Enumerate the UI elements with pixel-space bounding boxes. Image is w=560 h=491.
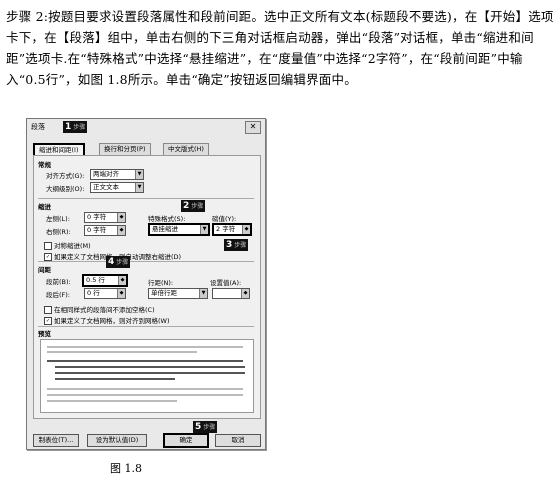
measure-input[interactable]: 2 字符 ◆: [212, 223, 252, 236]
mirror-indent-checkbox[interactable]: 对称缩进(M): [44, 240, 91, 250]
special-indent-label: 特殊格式(S):: [148, 215, 186, 223]
figure-caption: 图 1.8: [110, 462, 142, 475]
cancel-button[interactable]: 取消: [215, 434, 261, 447]
spinner-icon[interactable]: ◆: [117, 289, 125, 298]
divider: [38, 326, 254, 327]
dialog-title: 段落: [31, 123, 45, 131]
checkbox-icon: [44, 242, 52, 250]
preview-heading: 预览: [38, 330, 51, 338]
left-indent-input[interactable]: 0 字符 ◆: [84, 212, 126, 223]
right-indent-label: 右侧(R):: [46, 228, 71, 236]
step-marker-4: 4 步骤: [106, 256, 131, 268]
step-marker-5: 5 步骤: [193, 421, 218, 433]
outline-level-label: 大纲级别(O):: [46, 185, 85, 193]
preview-box: [40, 339, 254, 413]
alignment-select[interactable]: 两端对齐 ▼: [90, 169, 144, 180]
chevron-down-icon: ▼: [200, 225, 208, 234]
line-spacing-label: 行距(N):: [148, 279, 174, 287]
right-indent-input[interactable]: 0 字符 ◆: [84, 225, 126, 236]
chevron-down-icon: ▼: [135, 183, 143, 192]
indent-heading: 缩进: [38, 203, 51, 211]
divider: [38, 198, 254, 199]
tab-line-page-breaks[interactable]: 换行和分页(P): [99, 143, 151, 155]
checkbox-icon: [44, 306, 52, 314]
step-marker-2: 2 步骤: [181, 200, 206, 212]
left-indent-label: 左侧(L):: [46, 215, 70, 223]
checkmark-icon: ✓: [44, 317, 52, 325]
ok-button[interactable]: 确定: [163, 433, 209, 448]
space-before-input[interactable]: 0.5 行 ◆: [82, 274, 128, 287]
step-marker-3: 3 步骤: [224, 239, 249, 251]
paragraph-dialog: 段落 1 步骤 ✕ 缩进和间距(I) 换行和分页(P) 中文版式(H) 常规 对齐…: [26, 118, 266, 450]
spinner-icon[interactable]: ◆: [117, 213, 125, 222]
space-after-label: 段后(F):: [46, 291, 71, 299]
spacing-heading: 间距: [38, 266, 51, 274]
general-heading: 常规: [38, 161, 51, 169]
no-space-checkbox[interactable]: 在相同样式的段落间不添加空格(C): [44, 304, 155, 314]
snap-grid-checkbox[interactable]: ✓ 如果定义了文档网格，则对齐到网格(W): [44, 315, 170, 325]
instruction-text: 步骤 2:按题目要求设置段落属性和段前间距。选中正文所有文本(标题段不要选)，在…: [6, 9, 554, 87]
line-spacing-select[interactable]: 单倍行距 ▼: [148, 288, 208, 299]
checkmark-icon: ✓: [44, 253, 52, 261]
at-value-label: 设置值(A):: [210, 279, 242, 287]
space-after-input[interactable]: 0 行 ◆: [84, 288, 126, 299]
measure-label: 磅值(Y):: [212, 215, 237, 223]
tab-asian-typography[interactable]: 中文版式(H): [163, 143, 209, 155]
spinner-icon[interactable]: ◆: [118, 276, 126, 285]
chevron-down-icon: ▼: [135, 170, 143, 179]
close-icon[interactable]: ✕: [245, 121, 261, 134]
tab-bar: 缩进和间距(I) 换行和分页(P) 中文版式(H): [33, 143, 259, 158]
tabs-button[interactable]: 制表位(T)...: [33, 434, 79, 447]
divider: [38, 261, 254, 262]
alignment-label: 对齐方式(G):: [46, 172, 85, 180]
step-marker-1: 1 步骤: [63, 121, 88, 133]
space-before-label: 段前(B):: [46, 278, 71, 286]
spinner-icon[interactable]: ◆: [242, 225, 250, 234]
set-default-button[interactable]: 设为默认值(D): [87, 434, 147, 447]
special-indent-select[interactable]: 悬挂缩进 ▼: [148, 223, 210, 236]
chevron-down-icon: ▼: [199, 289, 207, 298]
at-value-input[interactable]: ◆: [212, 288, 250, 299]
tab-panel: 常规 对齐方式(G): 两端对齐 ▼ 大纲级别(O): 正文文本 ▼ 缩进 左侧(L…: [33, 155, 261, 419]
outline-level-select[interactable]: 正文文本 ▼: [90, 182, 144, 193]
spinner-icon[interactable]: ◆: [241, 289, 249, 298]
spinner-icon[interactable]: ◆: [117, 226, 125, 235]
